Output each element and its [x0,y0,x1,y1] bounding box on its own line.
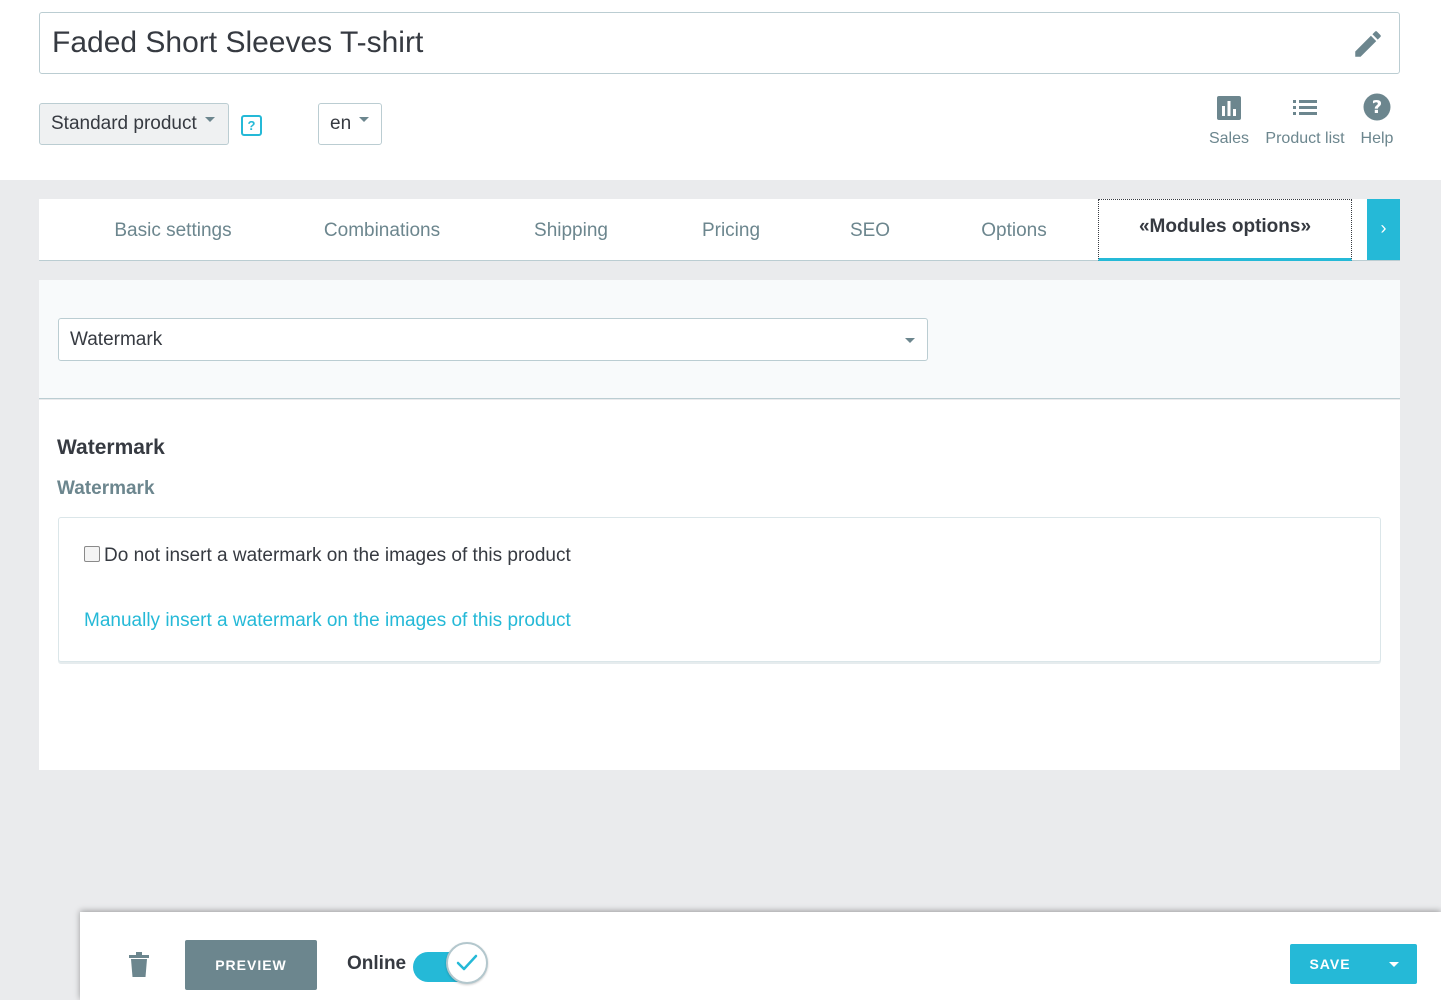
no-watermark-option[interactable]: Do not insert a watermark on the images … [84,545,571,567]
product-name-text: Faded Short Sleeves T-shirt [52,26,424,59]
quick-link-sales-label: Sales [1208,130,1250,147]
quick-link-product-list[interactable]: Product list [1263,92,1347,148]
quick-link-help-label: Help [1360,130,1394,147]
quick-link-help[interactable]: ? Help [1357,92,1397,148]
help-circle-icon: ? [1363,93,1391,121]
list-icon [1293,100,1317,115]
tab-options[interactable]: Options [969,199,1059,261]
save-button-label: SAVE [1309,956,1351,972]
product-type-dropdown[interactable]: Standard product [39,103,229,145]
chevron-down-icon [204,117,215,123]
pencil-icon[interactable] [1351,27,1385,61]
product-name-input[interactable]: Faded Short Sleeves T-shirt [39,12,1400,74]
language-dropdown[interactable]: en [318,103,382,145]
quick-link-sales[interactable]: Sales [1206,92,1252,148]
check-icon [456,954,478,971]
svg-text:?: ? [1372,97,1382,118]
tab-basic-settings[interactable]: Basic settings [103,199,243,261]
product-footer: PREVIEW Online SAVE [80,912,1441,1000]
online-toggle[interactable] [413,940,491,986]
watermark-card: Do not insert a watermark on the images … [58,517,1381,662]
language-label: en [330,113,352,134]
bar-chart-icon [1217,96,1241,120]
module-select[interactable]: Watermark [58,318,928,361]
no-watermark-checkbox[interactable] [84,546,100,562]
quick-link-product-list-label: Product list [1265,130,1345,147]
no-watermark-label: Do not insert a watermark on the images … [104,545,571,566]
product-header: Faded Short Sleeves T-shirt Standard pro… [0,0,1441,180]
tab-shipping[interactable]: Shipping [521,199,621,261]
chevron-down-icon [1389,962,1399,967]
product-type-help-icon[interactable]: ? [241,115,262,136]
tab-modules-options[interactable]: «Modules options» [1098,199,1352,261]
tab-combinations[interactable]: Combinations [312,199,452,261]
save-button[interactable]: SAVE [1290,944,1417,984]
manual-watermark-link[interactable]: Manually insert a watermark on the image… [84,610,571,632]
product-tabs: Basic settings Combinations Shipping Pri… [39,199,1400,261]
product-type-label: Standard product [51,113,197,134]
save-options-dropdown[interactable] [1373,944,1417,984]
online-label: Online [347,953,407,974]
tab-seo[interactable]: SEO [845,199,895,261]
trash-icon[interactable] [128,952,150,978]
module-subheading: Watermark [57,478,155,499]
chevron-down-icon [359,117,370,123]
module-content: Watermark Watermark Do not insert a wate… [39,400,1400,770]
tabs-next-button[interactable]: › [1367,199,1400,260]
chevron-down-icon [905,338,915,343]
module-select-value: Watermark [70,329,163,350]
module-heading: Watermark [57,436,165,459]
online-toggle-knob [446,942,488,984]
tab-pricing[interactable]: Pricing [687,199,775,261]
preview-button[interactable]: PREVIEW [185,940,317,990]
module-selector-panel: Watermark [39,280,1400,399]
